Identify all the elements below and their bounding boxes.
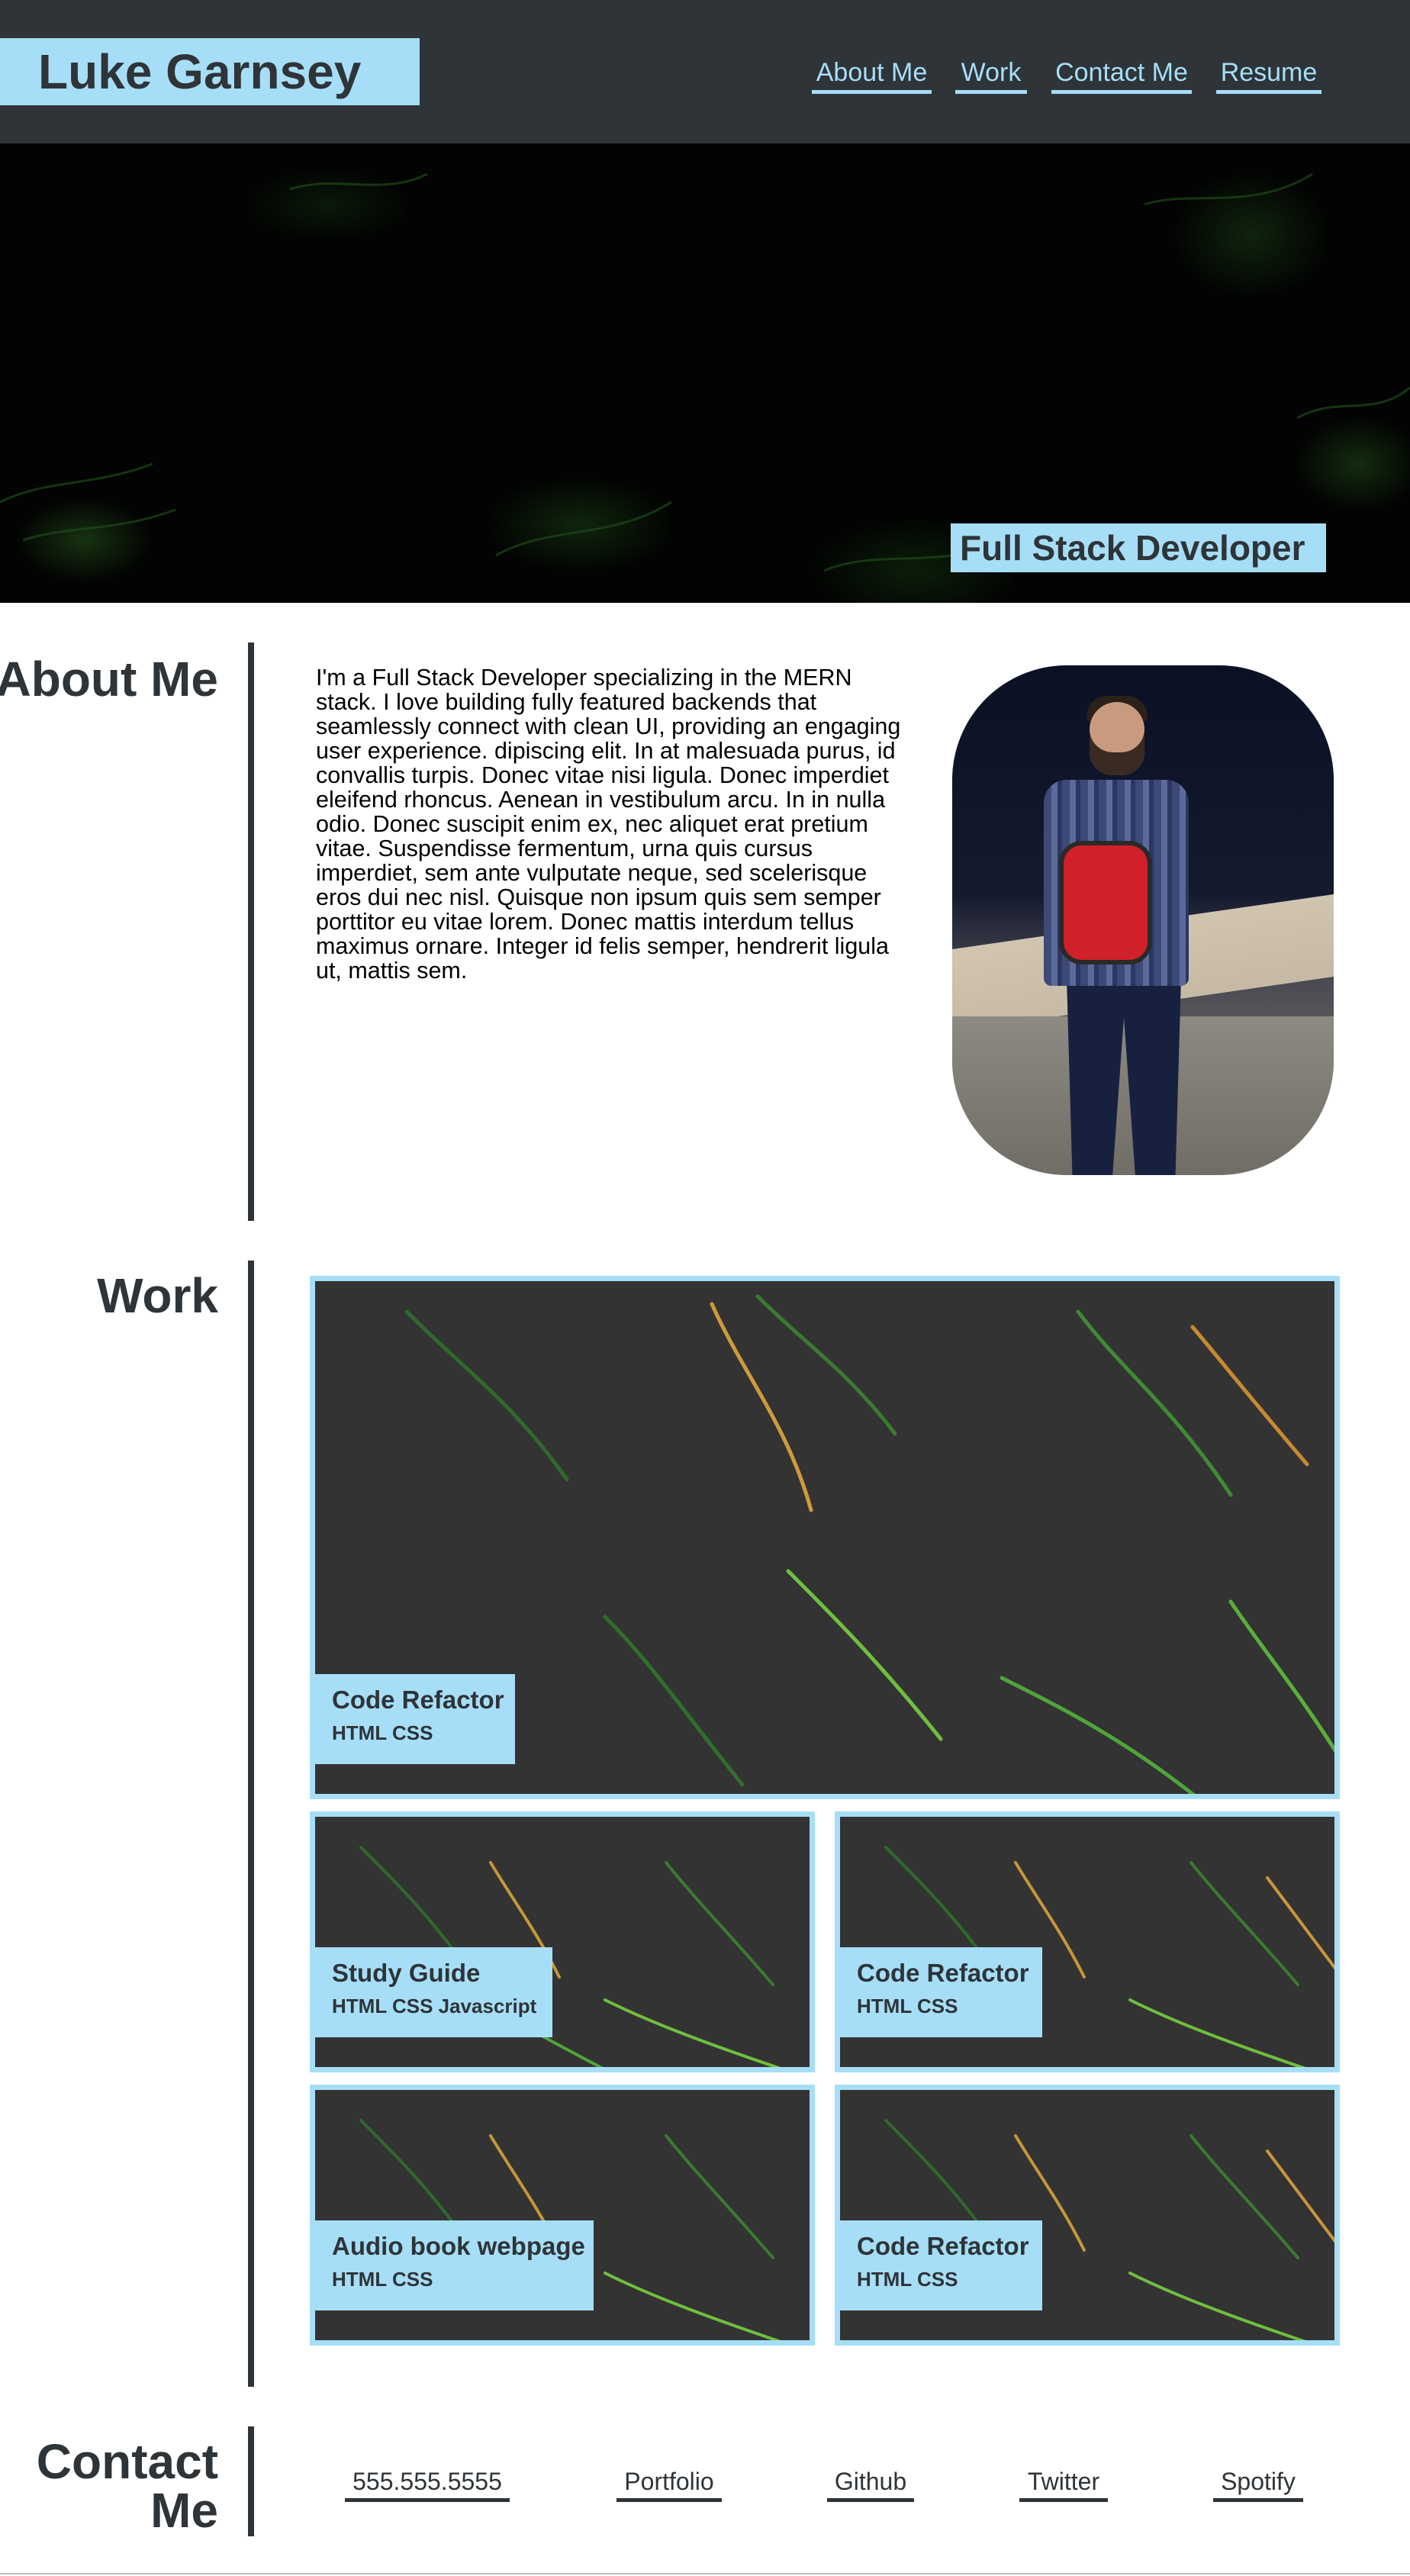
project-label: Audio book webpage HTML CSS [315, 2220, 594, 2310]
nav-work[interactable]: Work [955, 55, 1027, 94]
about-heading: About Me [0, 652, 218, 707]
main-nav: About Me Work Contact Me Resume [0, 55, 1410, 96]
project-card-3[interactable]: Code Refactor HTML CSS [835, 1811, 1340, 2072]
project-card-4[interactable]: Audio book webpage HTML CSS [310, 2085, 815, 2346]
project-label: Code Refactor HTML CSS [840, 1947, 1042, 2037]
work-heading: Work [97, 1268, 218, 1323]
project-tags: HTML CSS [857, 2268, 958, 2291]
nav-about-me[interactable]: About Me [812, 55, 932, 94]
project-title: Code Refactor [332, 1686, 504, 1714]
project-title: Code Refactor [857, 2232, 1029, 2260]
nav-resume[interactable]: Resume [1216, 55, 1321, 94]
project-tags: HTML CSS Javascript [332, 1995, 537, 2017]
site-header: Luke Garnsey About Me Work Contact Me Re… [0, 0, 1410, 143]
contact-twitter-link[interactable]: Twitter [1019, 2465, 1108, 2502]
hero-title-box: Full Stack Developer [951, 523, 1326, 572]
project-tags: HTML CSS [857, 1995, 958, 2017]
project-title: Code Refactor [857, 1959, 1029, 1987]
project-tags: HTML CSS [332, 1721, 433, 1744]
project-label: Study Guide HTML CSS Javascript [315, 1947, 552, 2037]
hero-title: Full Stack Developer [960, 528, 1305, 568]
contact-heading: Contact Me [36, 2434, 218, 2538]
contact-spotify-link[interactable]: Spotify [1213, 2465, 1303, 2502]
project-card-2[interactable]: Study Guide HTML CSS Javascript [310, 1811, 815, 2072]
project-label: Code Refactor HTML CSS [840, 2220, 1042, 2310]
project-tags: HTML CSS [332, 2268, 433, 2291]
contact-divider [248, 2426, 254, 2536]
about-divider [248, 642, 254, 1221]
project-label: Code Refactor HTML CSS [315, 1674, 515, 1764]
footer-divider [0, 2573, 1410, 2574]
project-card-5[interactable]: Code Refactor HTML CSS [835, 2085, 1340, 2346]
project-title: Study Guide [332, 1959, 481, 1987]
project-title: Audio book webpage [332, 2232, 585, 2260]
contact-portfolio-link[interactable]: Portfolio [616, 2465, 722, 2502]
nav-contact-me[interactable]: Contact Me [1051, 55, 1192, 94]
project-card-1[interactable]: Code Refactor HTML CSS [310, 1276, 1340, 1799]
hero-banner: Full Stack Developer [0, 143, 1410, 603]
profile-photo [952, 665, 1334, 1175]
work-divider [248, 1261, 254, 2387]
contact-github-link[interactable]: Github [827, 2465, 914, 2502]
about-text: I'm a Full Stack Developer specializing … [316, 665, 901, 984]
contact-phone-link[interactable]: 555.555.5555 [345, 2465, 510, 2502]
